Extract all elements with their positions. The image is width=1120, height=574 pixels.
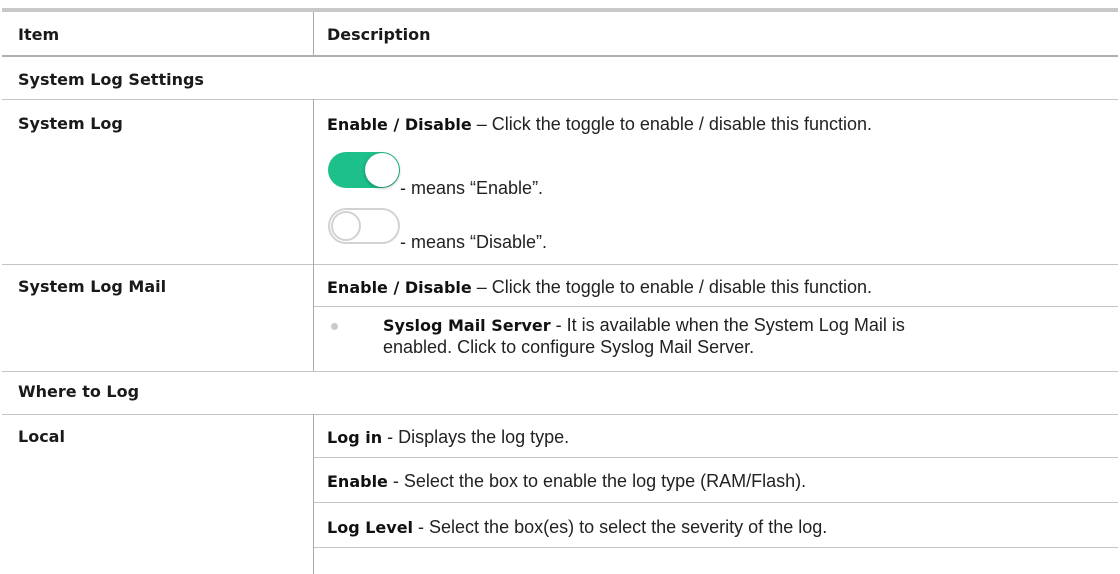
row-system-log-mail-item: System Log Mail — [18, 277, 167, 296]
row-local-item: Local — [18, 427, 65, 446]
manual-table: Item Description System Log Settings Sys… — [0, 0, 1120, 574]
header-item: Item — [18, 25, 60, 44]
sub-row-rule — [314, 457, 1118, 458]
row-system-log-mail-bullet-line2: enabled. Click to configure Syslog Mail … — [383, 337, 755, 357]
row-local-line1: Log in - Displays the log type. — [327, 427, 570, 447]
toggle-enable-caption: - means “Enable”. — [400, 178, 544, 198]
row-system-log-item: System Log — [18, 114, 123, 133]
bullet-icon — [331, 323, 338, 330]
row-divider — [313, 264, 314, 371]
section-where-to-log: Where to Log — [18, 382, 140, 401]
toggle-disable-caption: - means “Disable”. — [400, 232, 548, 252]
header-description: Description — [327, 25, 431, 44]
row-local-line3: Log Level - Select the box(es) to select… — [327, 517, 828, 537]
sub-row-rule — [314, 306, 1118, 307]
row-rule — [2, 264, 1118, 265]
row-divider — [313, 414, 314, 574]
header-divider — [313, 12, 314, 56]
section-rule — [2, 99, 1118, 100]
toggle-on-icon — [328, 152, 400, 188]
row-local-line2: Enable - Select the box to enable the lo… — [327, 471, 807, 491]
section-rule — [2, 414, 1118, 415]
row-system-log-mail-line1: Enable / Disable – Click the toggle to e… — [327, 277, 873, 297]
table-top-rule — [2, 8, 1118, 12]
toggle-off-icon — [328, 208, 400, 244]
row-divider — [313, 99, 314, 264]
row-rule — [2, 371, 1118, 372]
section-system-log-settings: System Log Settings — [18, 70, 204, 89]
sub-row-rule — [314, 547, 1118, 548]
row-system-log-line1: Enable / Disable – Click the toggle to e… — [327, 114, 873, 134]
header-rule — [2, 55, 1118, 57]
sub-row-rule — [314, 502, 1118, 503]
